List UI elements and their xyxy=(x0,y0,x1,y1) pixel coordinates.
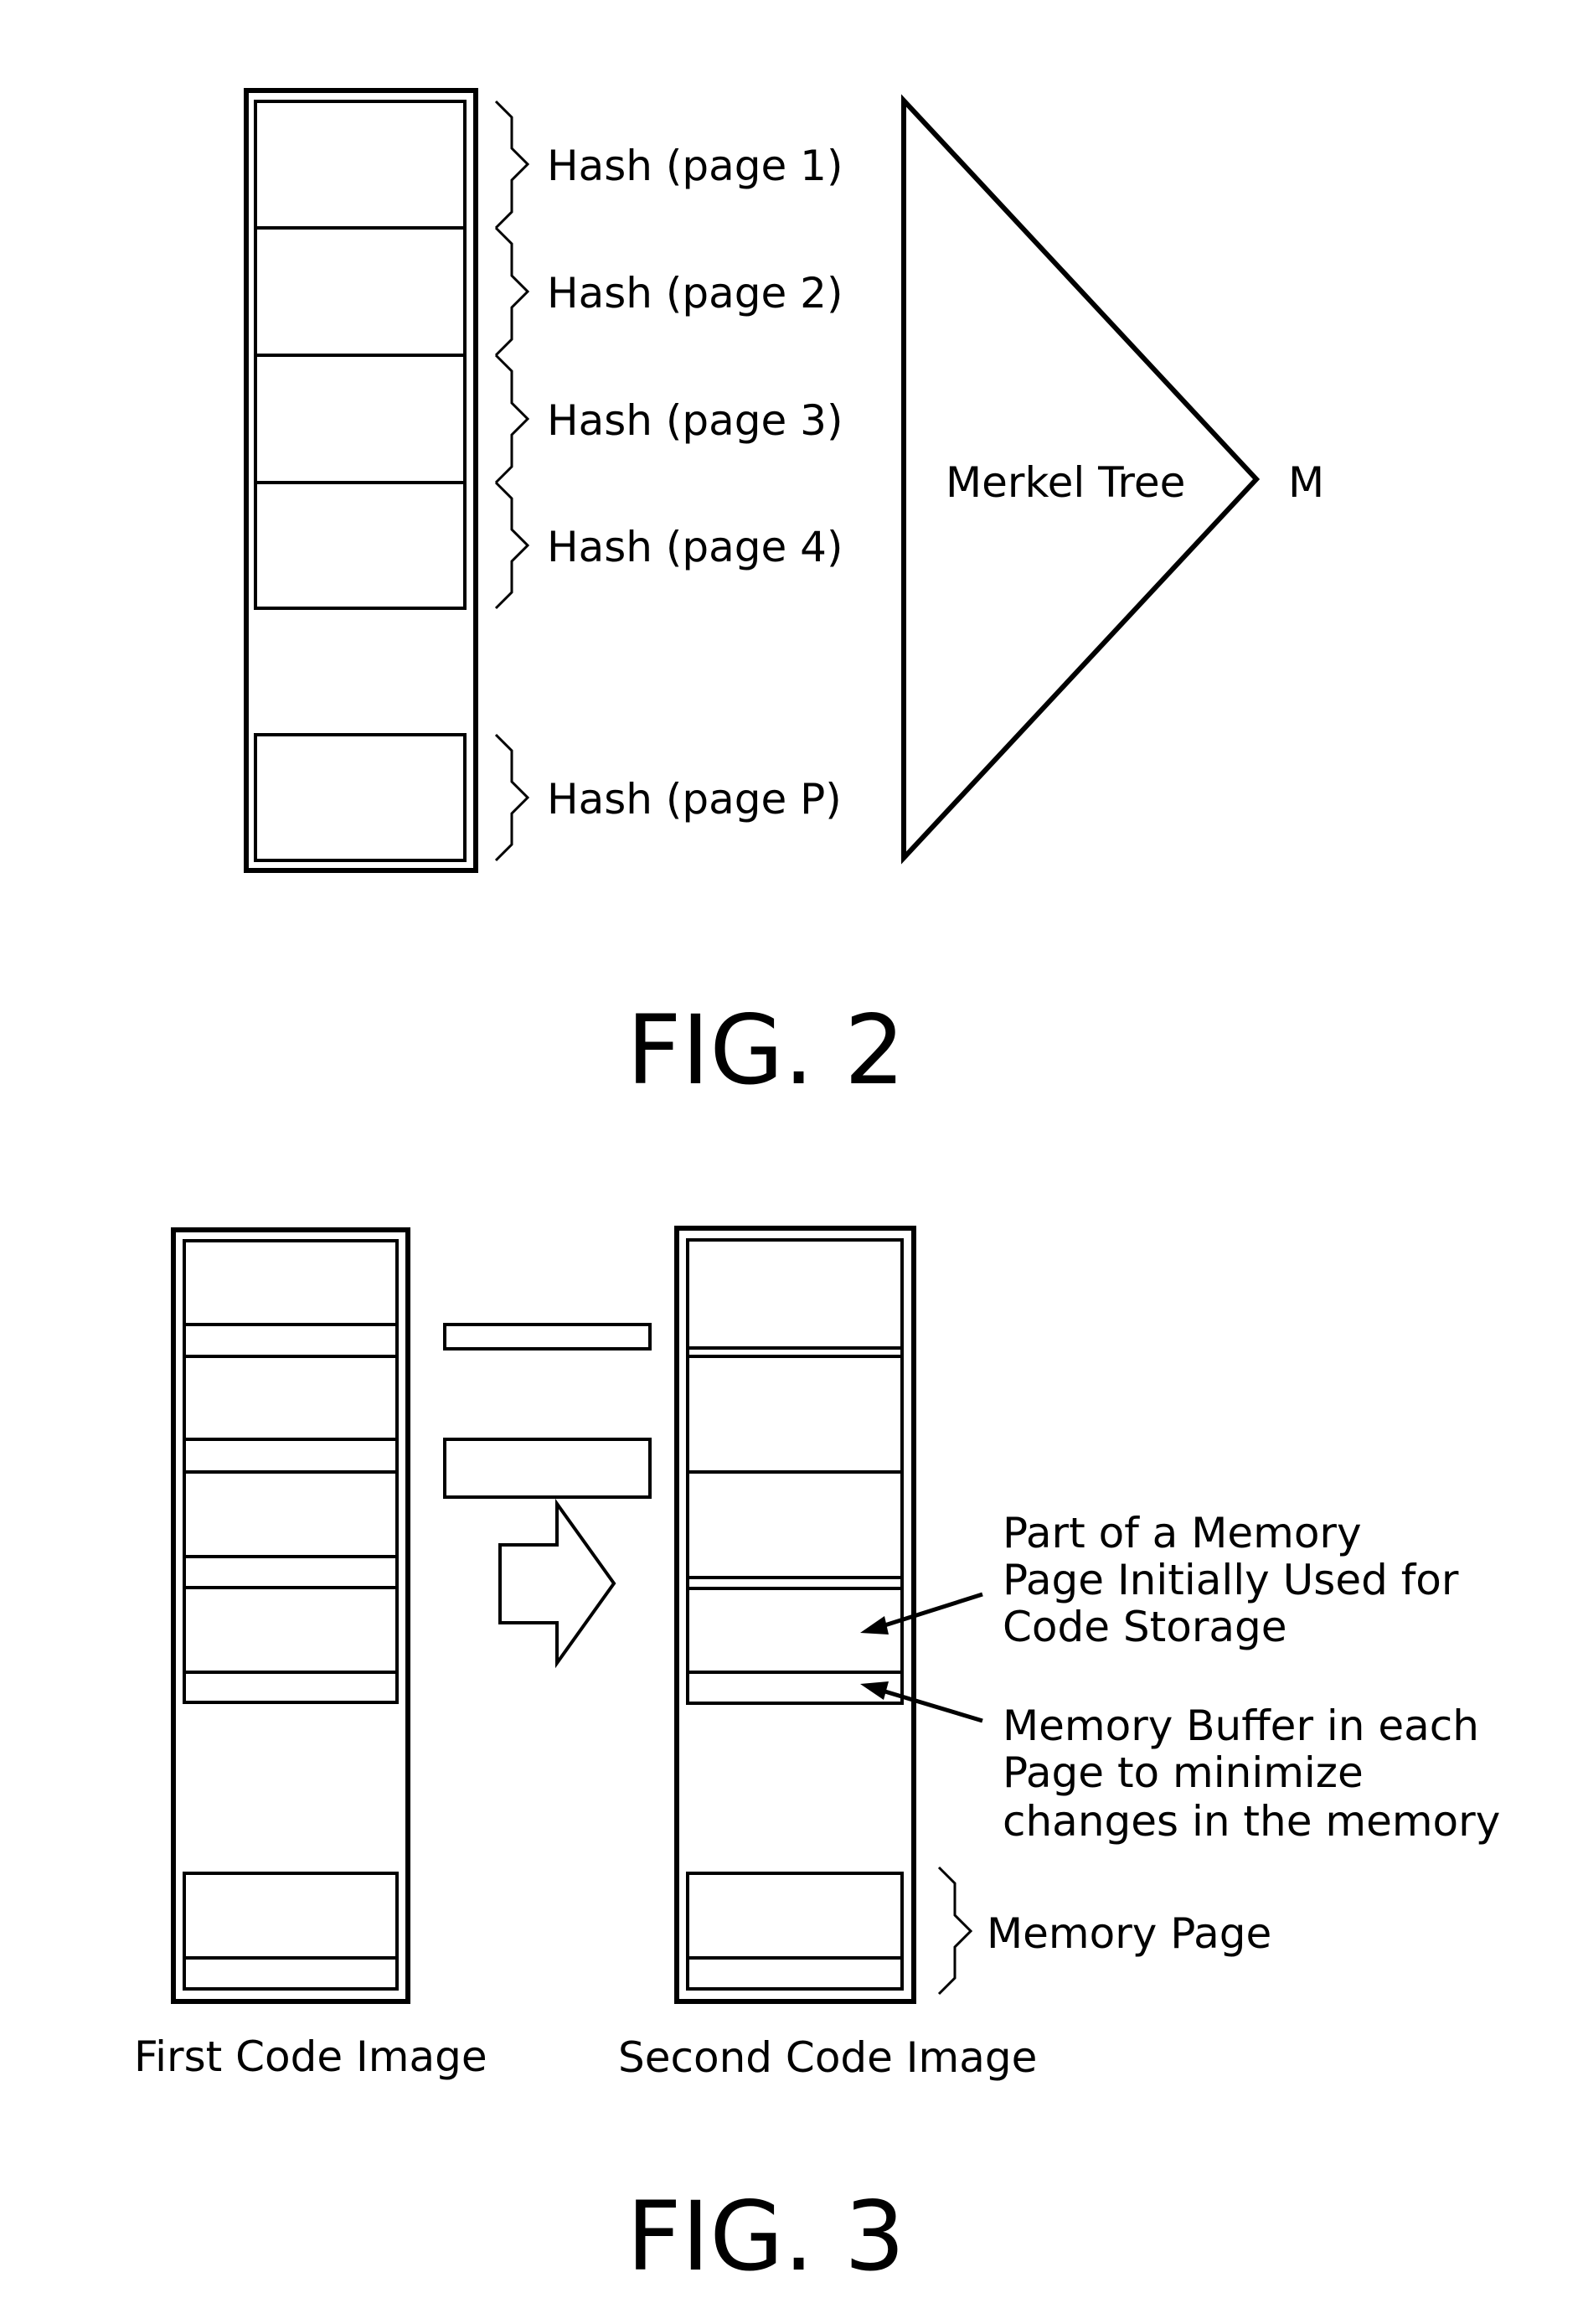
leader-line-buffer xyxy=(879,1687,983,1723)
first-image-page-1-code xyxy=(183,1239,399,1326)
annotation-buffer-line-2: Page to minimize xyxy=(1003,1748,1364,1797)
figure-3: First Code Image Second Code Image Part … xyxy=(134,1226,1500,2292)
annotation-code-storage-line-3: Code Storage xyxy=(1003,1603,1287,1651)
first-image-outer-frame xyxy=(171,1227,410,2004)
second-code-image xyxy=(674,1226,916,2004)
first-code-image-label: First Code Image xyxy=(134,2032,487,2081)
first-code-image xyxy=(171,1227,410,2004)
annotation-code-storage-line-1: Part of a Memory xyxy=(1003,1509,1362,1557)
hash-label-page-p: Hash (page P) xyxy=(547,775,842,824)
annotation-code-storage-line-2: Page Initially Used for xyxy=(1003,1556,1459,1604)
merkel-tree-label: Merkel Tree xyxy=(946,458,1185,507)
first-image-page-2-buffer xyxy=(183,1438,399,1474)
hash-label-page-1: Hash (page 1) xyxy=(547,142,843,190)
leader-line-code-storage xyxy=(879,1592,983,1629)
first-image-page-last-buffer xyxy=(183,1956,399,1991)
annotation-buffer-line-1: Memory Buffer in each xyxy=(1003,1702,1479,1750)
hash-label-page-2: Hash (page 2) xyxy=(547,269,843,318)
hash-label-page-3: Hash (page 3) xyxy=(547,396,843,445)
arrowhead-code-storage-icon xyxy=(860,1616,889,1635)
second-image-page-2-code xyxy=(686,1355,904,1474)
brace-page-2 xyxy=(494,226,530,357)
code-image-outer-frame xyxy=(244,88,478,873)
patent-drawing-sheet: Hash (page 1) Hash (page 2) Hash (page 3… xyxy=(134,88,1500,2292)
brace-page-3 xyxy=(494,354,530,484)
second-image-page-3-code xyxy=(686,1470,904,1579)
first-image-page-3-code xyxy=(183,1470,399,1558)
second-image-outer-frame xyxy=(674,1226,916,2004)
first-image-page-3-buffer xyxy=(183,1555,399,1589)
first-image-page-4-buffer xyxy=(183,1671,399,1704)
brace-page-4 xyxy=(494,481,530,610)
memory-page-2 xyxy=(254,226,467,357)
brace-memory-page xyxy=(937,1866,973,1996)
memory-page-p xyxy=(254,733,467,862)
annotation-buffer-line-3: changes in the memory xyxy=(1003,1797,1500,1846)
memory-page-label: Memory Page xyxy=(987,1909,1271,1958)
second-image-page-last-code xyxy=(686,1872,904,1960)
arrowhead-buffer-icon xyxy=(860,1681,889,1700)
brace-page-p xyxy=(494,733,530,862)
first-image-page-4-code xyxy=(183,1586,399,1674)
merkel-root-label: M xyxy=(1288,458,1324,507)
second-image-page-1-code xyxy=(686,1238,904,1350)
right-arrow-icon xyxy=(498,1498,616,1669)
hash-label-page-4: Hash (page 4) xyxy=(547,523,843,571)
code-fragment-large xyxy=(443,1438,652,1499)
memory-page-1 xyxy=(254,100,467,230)
first-image-page-last-code xyxy=(183,1872,399,1960)
figure-2-caption: FIG. 2 xyxy=(626,994,905,1106)
memory-page-4 xyxy=(254,481,467,610)
brace-page-1 xyxy=(494,100,530,230)
first-image-page-2-code xyxy=(183,1355,399,1441)
figure-2: Hash (page 1) Hash (page 2) Hash (page 3… xyxy=(244,88,1324,1106)
second-code-image-label: Second Code Image xyxy=(618,2033,1037,2082)
memory-page-3 xyxy=(254,354,467,484)
first-image-page-1-buffer xyxy=(183,1323,399,1358)
second-image-page-last-buffer xyxy=(686,1956,904,1991)
figure-3-caption: FIG. 3 xyxy=(626,2181,905,2292)
code-fragment-small xyxy=(443,1323,652,1351)
